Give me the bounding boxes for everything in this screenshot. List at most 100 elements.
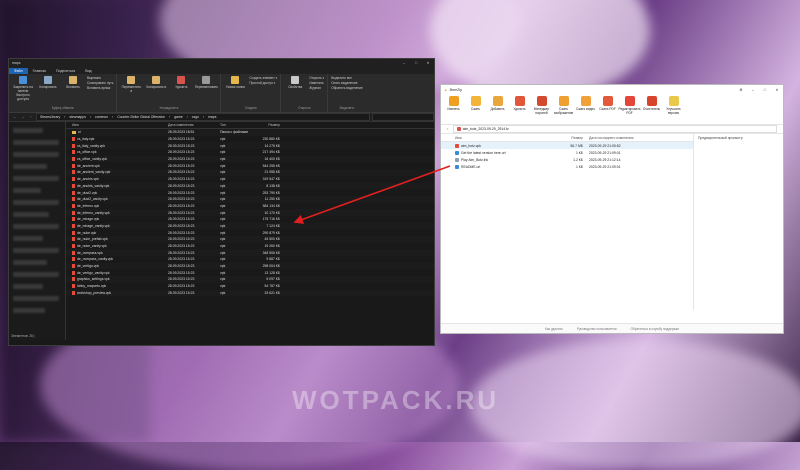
minimize-icon[interactable]: – [398, 61, 410, 65]
toolbar-button[interactable]: Сжать изображение [553, 94, 574, 124]
toolbar-button[interactable]: Извлечь [443, 94, 464, 124]
breadcrumb-item[interactable]: common [95, 115, 108, 119]
copy-button[interactable]: Копировать [37, 76, 59, 101]
toolbar-button[interactable]: Сжать PDF [597, 94, 618, 124]
select-none-button[interactable]: Снять выделение [331, 81, 362, 85]
toolbar-button[interactable]: Улучшить версию [663, 94, 684, 124]
column-name[interactable]: Имя [66, 123, 168, 127]
archive-row[interactable]: README.url 1 КБ 2023-09-29 21:09:01 [441, 163, 693, 170]
new-item-button[interactable]: Создать элемент ▾ [249, 76, 277, 80]
toolbar-button[interactable]: Очиститель [641, 94, 662, 124]
file-row[interactable]: workshop_preview.vpk 28.09.2023 15:23 vpk 3… [66, 289, 434, 297]
breadcrumb-item[interactable]: csgo [192, 115, 199, 119]
toolbar-button[interactable]: Сжать видео [575, 94, 596, 124]
toolbar-button[interactable]: Редактировать PDF [618, 94, 641, 124]
file-type-cell: vpk [220, 284, 226, 289]
archive-row[interactable]: Get the latest version here.url 1 КБ 2023-… [441, 149, 693, 156]
breadcrumb-item[interactable]: SteamLibrary [40, 115, 60, 119]
invert-selection-button[interactable]: Обратить выделение [331, 86, 362, 90]
edit-button[interactable]: Изменить [309, 81, 324, 85]
column-date[interactable]: Дата последнего изменения [583, 136, 633, 140]
archive-path[interactable]: aim_botz_2023-09-29_2514.fz [452, 125, 777, 133]
address-bar[interactable]: SteamLibrary › steamapps › common › Counter… [36, 113, 370, 121]
history-button[interactable]: Журнал [309, 86, 324, 90]
file-row[interactable]: lobby_mapveto.vpk 28.09.2023 15:23 vpk 54 7… [66, 283, 434, 290]
cut-button[interactable]: Вырезать [87, 76, 113, 80]
properties-button[interactable]: Свойства [284, 76, 306, 90]
back-icon[interactable]: ← [12, 115, 18, 119]
forward-icon[interactable]: → [20, 115, 26, 119]
column-size[interactable]: Размер [248, 123, 280, 127]
file-row[interactable]: cs_italy.vpk 28.09.2023 15:23 vpk 230 880 К… [66, 136, 434, 143]
copy-path-button[interactable]: Скопировать путь [87, 81, 113, 85]
copy-to-button[interactable]: Копировать в [145, 76, 167, 93]
navigation-pane[interactable]: Элементов: 28 | [9, 122, 66, 340]
group-label: Буфер обмена [51, 106, 74, 110]
breadcrumb-item[interactable]: Counter-Strike Global Offensive [117, 115, 165, 119]
column-type[interactable]: Тип [220, 123, 248, 127]
pin-button[interactable]: Закрепить на панели быстрого доступа [12, 76, 34, 101]
rename-button[interactable]: Переименовать [195, 76, 218, 93]
settings-icon[interactable]: ⚙ [735, 88, 747, 92]
file-row[interactable]: de_vertigo_vanity.vpk 28.09.2023 15:23 vpk… [66, 269, 434, 276]
up-icon[interactable]: ↑ [28, 115, 34, 119]
file-type-cell: Папка с файлами [220, 130, 248, 135]
toolbar-button[interactable]: Удалить [509, 94, 530, 124]
paste-shortcut-button[interactable]: Вставить ярлык [87, 86, 113, 90]
file-row[interactable]: cs_office.vpk 28.09.2023 15:23 vpk 217 494 … [66, 149, 434, 156]
close-icon[interactable]: ✕ [422, 61, 434, 65]
breadcrumb-item[interactable]: steamapps [69, 115, 86, 119]
select-all-button[interactable]: Выделить все [331, 76, 362, 80]
up-arrow-icon[interactable]: ↑ [447, 127, 449, 131]
toolbar-button[interactable]: Добавить [487, 94, 508, 124]
maximize-icon[interactable]: □ [410, 61, 422, 65]
archive-row[interactable]: Play Aim_Botz.lnk 1.2 КБ 2023-09-29 21:12:… [441, 156, 693, 163]
how-to-remove-link[interactable]: Как удалить [545, 327, 563, 331]
file-row[interactable]: de_mirage_vanity.vpk 28.09.2023 15:23 vpk 7… [66, 222, 434, 230]
file-row[interactable]: cs_office_vanity.vpk 28.09.2023 15:23 vpk 1… [66, 155, 434, 163]
open-button[interactable]: Открыть ▾ [309, 76, 324, 80]
search-input[interactable] [372, 113, 434, 121]
toolbar-button[interactable]: Менеджер паролей [531, 94, 552, 124]
column-size[interactable]: Размер [555, 136, 583, 140]
maximize-icon[interactable]: □ [759, 88, 771, 92]
close-icon[interactable]: ✕ [771, 88, 783, 92]
file-row[interactable]: de_inferno.vpk 28.09.2023 15:23 vpk 584 134… [66, 203, 434, 210]
column-name[interactable]: Имя [441, 136, 555, 140]
file-row[interactable]: de_nuke.vpk 28.09.2023 15:23 vpk 290 879 КБ [66, 229, 434, 236]
file-row[interactable]: de_overpass.vpk 28.09.2023 15:23 vpk 348 50… [66, 249, 434, 257]
toolbar-button[interactable]: Сжать [465, 94, 486, 124]
easy-access-button[interactable]: Простой доступ ▾ [249, 81, 277, 85]
breadcrumb-item[interactable]: maps [208, 115, 216, 119]
move-to-button[interactable]: Переместить в [120, 76, 142, 93]
file-date-cell: 28.09.2023 15:23 [168, 170, 195, 175]
file-row[interactable]: de_ancient.vpk 28.09.2023 15:23 vpk 544 255… [66, 162, 434, 169]
archive-row[interactable]: aim_botz.vpk 56.7 МБ 2023-09-29 21:05:52 [441, 142, 693, 149]
column-date[interactable]: Дата изменения [168, 123, 220, 127]
file-row[interactable]: de_vertigo.vpk 28.09.2023 15:23 vpk 298 004… [66, 262, 434, 270]
user-guide-link[interactable]: Руководство пользователя [577, 327, 617, 331]
file-row[interactable]: de_dust2.vpk 28.09.2023 15:23 vpk 253 790 К… [66, 189, 434, 196]
file-row[interactable]: de_inferno_vanity.vpk 28.09.2023 15:23 vpk… [66, 209, 434, 216]
delete-button[interactable]: Удалить [170, 76, 192, 93]
support-link[interactable]: Обратиться в службу поддержки [631, 327, 679, 331]
file-size-cell: 253 790 КБ [262, 190, 280, 195]
file-row[interactable]: de_anubis.vpk 28.09.2023 15:23 vpk 319 547 … [66, 176, 434, 183]
file-row[interactable]: graphics_settings.vpk 28.09.2023 15:23 vpk… [66, 276, 434, 283]
file-row[interactable]: de_anubis_vanity.vpk 28.09.2023 15:23 vpk 8… [66, 182, 434, 190]
file-row[interactable]: ui 28.09.2023 18:51 Папка с файлами [66, 129, 434, 136]
paste-button[interactable]: Вставить [62, 76, 84, 101]
breadcrumb-item[interactable]: game [174, 115, 182, 119]
file-size-cell: 175 716 КБ [262, 217, 280, 222]
file-row[interactable]: de_overpass_vanity.vpk 28.09.2023 15:23 vp… [66, 256, 434, 263]
file-row[interactable]: de_nuke_prefab.vpk 28.09.2023 15:23 vpk 45 … [66, 236, 434, 243]
archive-toolbar: Извлечь Сжать Добавить Удалить Менеджер паро… [441, 94, 783, 125]
minimize-icon[interactable]: – [747, 88, 759, 92]
file-row[interactable]: de_ancient_vanity.vpk 28.09.2023 15:23 vpk… [66, 169, 434, 176]
file-row[interactable]: cs_italy_vanity.vpk 28.09.2023 15:23 vpk 14… [66, 142, 434, 150]
new-folder-button[interactable]: Новая папка [224, 76, 246, 89]
file-row[interactable]: de_nuke_vanity.vpk 28.09.2023 15:23 vpk 19 … [66, 243, 434, 250]
column-headers: Имя Размер Дата последнего изменения [441, 134, 693, 142]
file-row[interactable]: de_mirage.vpk 28.09.2023 15:23 vpk 175 716 … [66, 216, 434, 223]
file-row[interactable]: de_dust2_vanity.vpk 28.09.2023 15:23 vpk 11… [66, 195, 434, 203]
